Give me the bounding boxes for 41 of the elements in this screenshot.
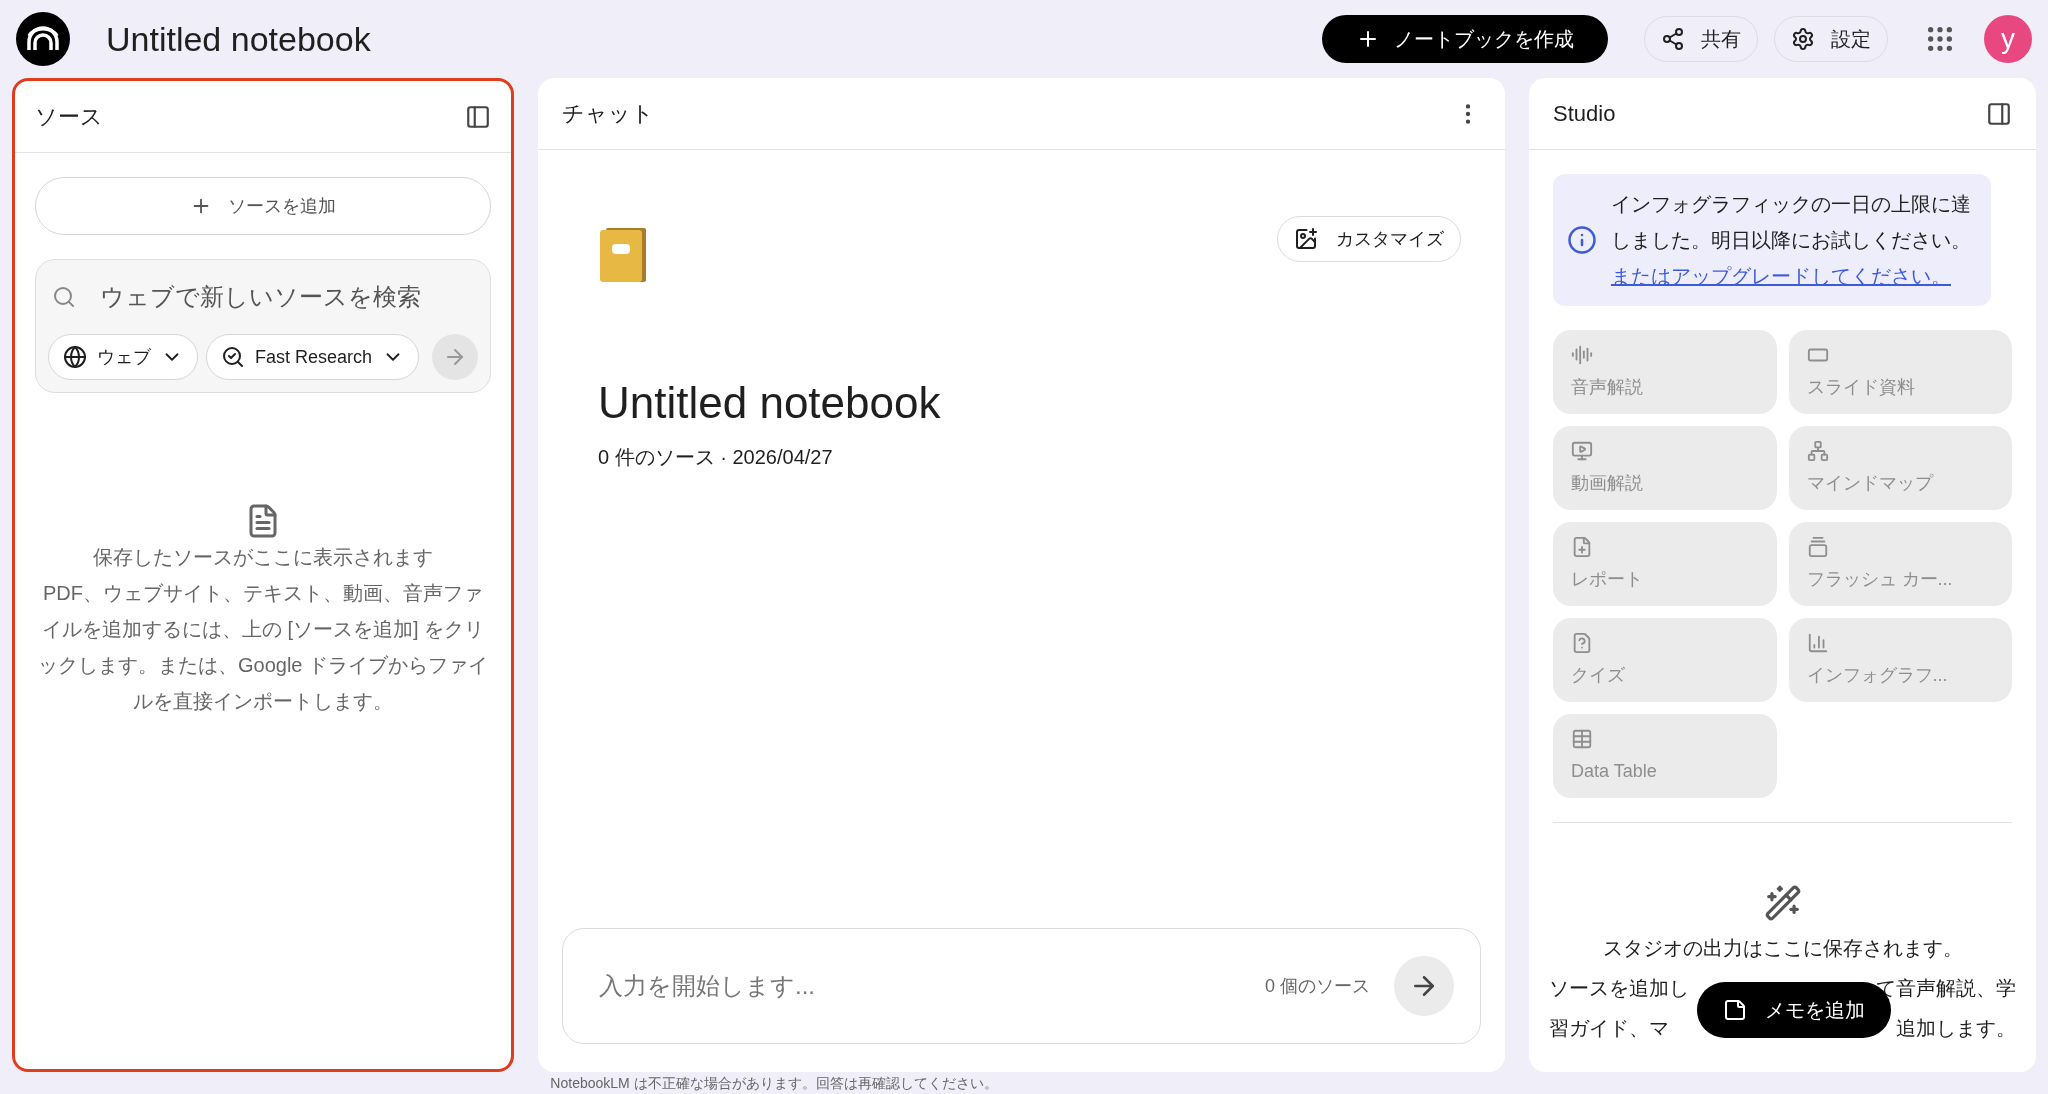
- create-notebook-button[interactable]: ノートブックを作成: [1322, 15, 1608, 63]
- mind-map-icon: [1806, 439, 1829, 462]
- flashcard-icon: [1806, 535, 1829, 558]
- logo-icon: [16, 12, 70, 66]
- info-icon: [1567, 225, 1597, 255]
- source-type-dropdown[interactable]: ウェブ: [48, 334, 198, 380]
- bar-chart-icon: [1806, 631, 1829, 654]
- notebook-icon: [598, 226, 648, 284]
- memo-icon: [1723, 998, 1747, 1022]
- studio-empty-text: 追加します。: [1896, 1016, 2016, 1041]
- collapse-panel-icon[interactable]: [1986, 100, 2012, 127]
- audio-wave-icon: [1571, 343, 1593, 366]
- settings-icon: [1791, 27, 1815, 51]
- studio-empty-title: スタジオの出力はここに保存されます。: [1602, 936, 1963, 961]
- research-mode-dropdown[interactable]: Fast Research: [206, 334, 420, 380]
- search-icon: [52, 285, 76, 309]
- studio-empty-text: 習ガイド、マ: [1549, 1016, 1669, 1041]
- upgrade-link[interactable]: またはアップグレードしてください。: [1611, 265, 1951, 287]
- notice-text: インフォグラフィックの一日の上限に達しました。明日以降にお試しください。 またはアップグレードしてください。: [1611, 192, 1972, 289]
- disclaimer-text: NotebookLM は不正確な場合があります。回答は再確認してください。: [549, 1074, 999, 1093]
- report-icon: [1571, 535, 1593, 558]
- empty-state-title: 保存したソースがここに表示されます: [93, 545, 433, 570]
- source-count: 0 個のソース: [1265, 974, 1370, 998]
- share-icon: [1661, 27, 1685, 51]
- empty-state-description: PDF、ウェブサイト、テキスト、動画、音声ファイルを追加するには、上の [ソースを追加] をクリックします。または、Google ドライブからファイルを直接インポートします。: [36, 581, 490, 714]
- collapse-panel-icon[interactable]: [465, 103, 491, 130]
- notebook-heading: Untitled notebook: [598, 377, 942, 429]
- panel-title: ソース: [35, 103, 103, 131]
- panel-title: Studio: [1553, 100, 1616, 128]
- notebook-meta: 0 件のソース · 2026/04/27: [598, 445, 834, 470]
- studio-empty-text: ソースを追加し: [1549, 976, 1689, 1001]
- table-icon: [1571, 727, 1593, 750]
- quiz-icon: [1571, 631, 1593, 654]
- search-field[interactable]: ウェブで新しいソースを検索: [100, 279, 474, 315]
- magic-wand-icon: [1763, 884, 1802, 922]
- globe-icon: [63, 345, 87, 369]
- notebook-title[interactable]: Untitled notebook: [106, 13, 371, 65]
- avatar[interactable]: y: [1984, 15, 2032, 63]
- chat-input-field[interactable]: 入力を開始します...: [599, 968, 1241, 1004]
- panel-title: チャット: [562, 100, 654, 128]
- video-icon: [1571, 439, 1593, 462]
